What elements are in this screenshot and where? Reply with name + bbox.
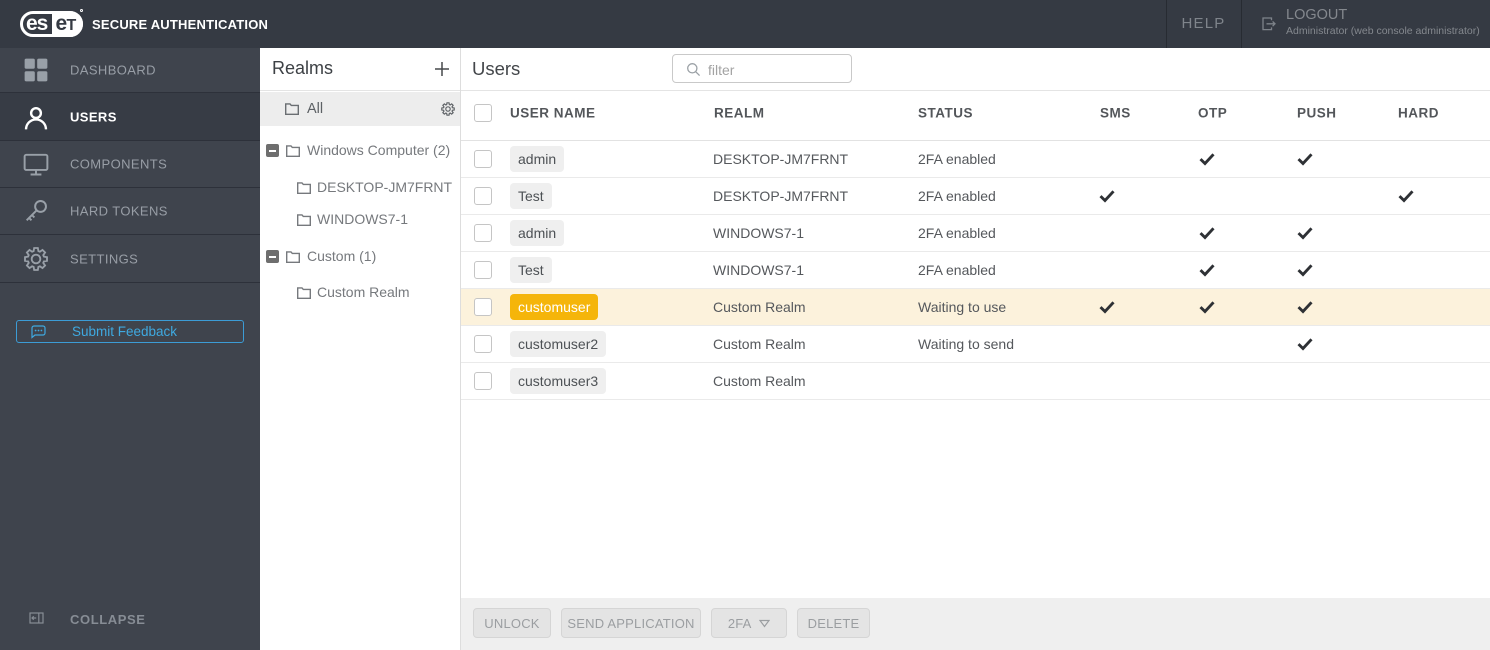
svg-text:e: e <box>56 12 67 35</box>
svg-text:es: es <box>26 12 48 35</box>
svg-text:T: T <box>67 17 77 34</box>
